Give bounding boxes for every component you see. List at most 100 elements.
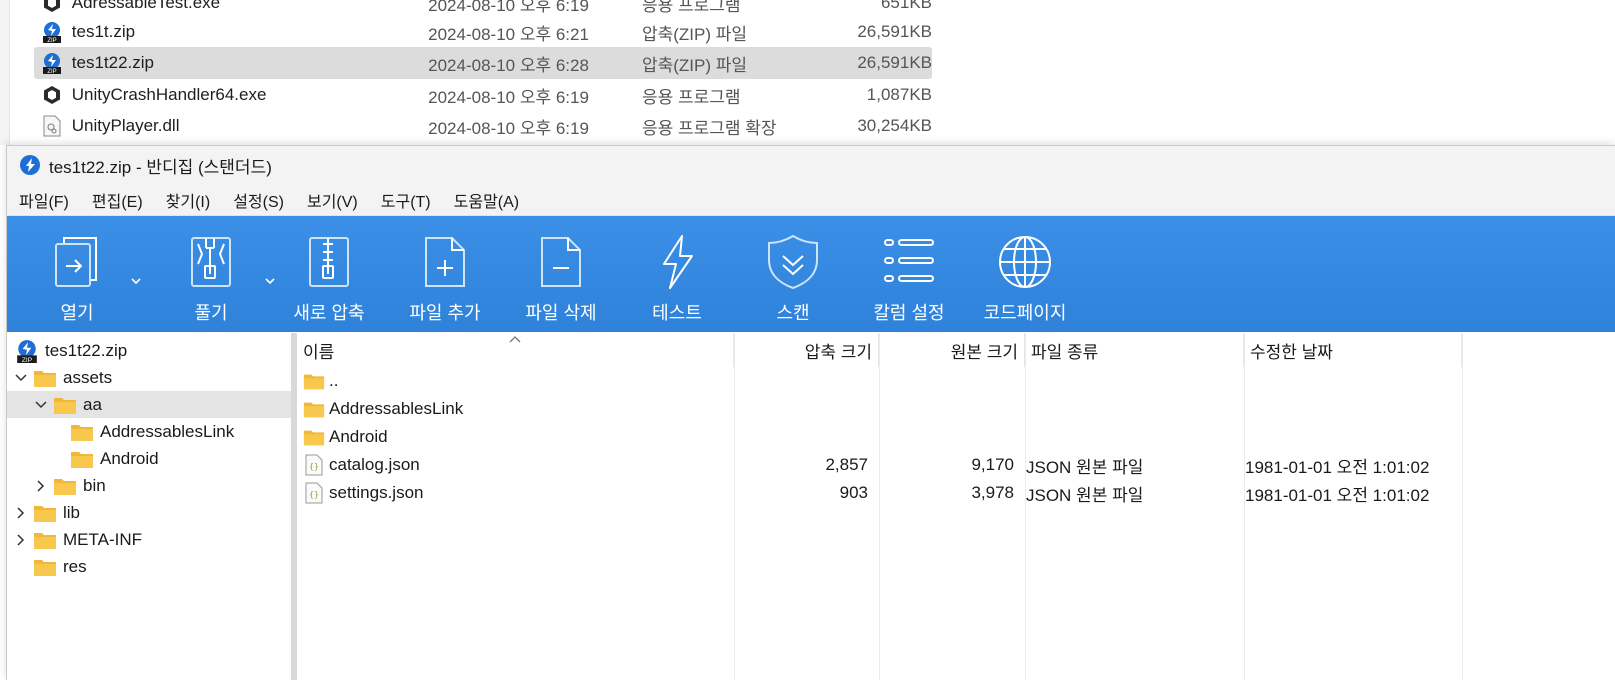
file-modified-date: 1981-01-01 오전 1:01:02: [1245, 485, 1430, 505]
menu-find[interactable]: 찾기(I): [166, 188, 211, 212]
tree-node-label: Android: [100, 448, 159, 468]
explorer-file-size: 26,591KB: [857, 53, 933, 72]
column-header-name[interactable]: 이름: [297, 333, 734, 367]
explorer-file-size: 651KB: [880, 0, 933, 12]
svg-text:{}: {}: [309, 462, 319, 471]
column-header-label: 원본 크기: [950, 342, 1018, 362]
chevron-right-icon[interactable]: [13, 505, 29, 521]
dll-file-icon: [40, 114, 64, 138]
bandizip-zip-icon: ZIP: [40, 51, 64, 75]
column-header-original-size[interactable]: 원본 크기: [879, 333, 1025, 367]
test-button[interactable]: 테스트: [619, 216, 735, 332]
file-name: catalog.json: [329, 455, 420, 474]
tree-node-label: aa: [83, 394, 102, 414]
file-name: Android: [329, 427, 388, 446]
explorer-file-type: 압축(ZIP) 파일: [641, 55, 748, 75]
column-header-row: 이름 압축 크기 원본 크기 파일 종류 수정한 날짜: [297, 333, 1497, 367]
json-file-icon: {}: [305, 482, 323, 504]
file-name: ..: [329, 371, 339, 390]
unity-exe-icon: [40, 0, 64, 15]
extract-button[interactable]: 풀기: [153, 216, 275, 332]
explorer-file-name: UnityCrashHandler64.exe: [71, 85, 267, 104]
explorer-file-name: UnityPlayer.dll: [71, 116, 180, 135]
codepage-button-label: 코드페이지: [983, 303, 1067, 323]
title-bar[interactable]: tes1t22.zip - 반디집 (스탠더드): [7, 146, 1615, 184]
tree-node-meta-inf[interactable]: META-INF: [7, 526, 291, 553]
file-row-settings-json[interactable]: {} settings.json 903 3,978 JSON 원본 파일 19…: [297, 479, 1467, 507]
tree-node-archive-root[interactable]: ZIP tes1t22.zip: [7, 337, 291, 364]
tree-node-bin[interactable]: bin: [7, 472, 291, 499]
new-archive-icon: [309, 237, 349, 287]
explorer-file-date: 2024-08-10 오후 6:19: [428, 87, 589, 107]
codepage-button[interactable]: 코드페이지: [967, 216, 1083, 332]
menu-help[interactable]: 도움말(A): [454, 188, 520, 212]
explorer-file-row[interactable]: UnityPlayer.dll 2024-08-10 오후 6:19 응용 프로…: [34, 110, 932, 142]
chevron-down-icon[interactable]: [33, 397, 49, 413]
tree-node-lib[interactable]: lib: [7, 499, 291, 526]
file-name: AddressablesLink: [329, 399, 464, 418]
delete-file-button-label: 파일 삭제: [525, 303, 597, 323]
tree-node-android[interactable]: Android: [7, 445, 291, 472]
file-compressed-size: 2,857: [825, 455, 868, 474]
column-settings-button[interactable]: 칼럼 설정: [851, 216, 967, 332]
explorer-file-date: 2024-08-10 오후 6:19: [428, 118, 589, 138]
open-button-label: 열기: [60, 303, 94, 323]
folder-tree: ZIP tes1t22.zip assets aa AddressablesLi…: [7, 333, 291, 680]
explorer-file-type: 응용 프로그램: [641, 0, 741, 15]
file-name: settings.json: [329, 483, 424, 502]
menu-view[interactable]: 보기(V): [307, 188, 358, 212]
tree-node-addressableslink[interactable]: AddressablesLink: [7, 418, 291, 445]
explorer-file-name: tes1t.zip: [71, 22, 136, 41]
svg-text:{}: {}: [309, 490, 319, 499]
folder-icon: [34, 370, 56, 387]
tree-node-assets[interactable]: assets: [7, 364, 291, 391]
chevron-right-icon[interactable]: [33, 478, 49, 494]
chevron-down-icon[interactable]: [13, 370, 29, 386]
menu-edit[interactable]: 편집(E): [92, 188, 143, 212]
extract-icon: [191, 237, 231, 287]
folder-icon: [34, 532, 56, 549]
menu-file[interactable]: 파일(F): [19, 188, 69, 212]
file-row-catalog-json[interactable]: {} catalog.json 2,857 9,170 JSON 원본 파일 1…: [297, 451, 1467, 479]
explorer-file-date: 2024-08-10 오후 6:21: [428, 24, 589, 44]
column-header-compressed-size[interactable]: 압축 크기: [734, 333, 879, 367]
extract-button-label: 풀기: [194, 303, 228, 323]
explorer-file-row-selected[interactable]: ZIP tes1t22.zip 2024-08-10 오후 6:28 압축(ZI…: [34, 47, 932, 79]
delete-file-button[interactable]: 파일 삭제: [503, 216, 619, 332]
file-original-size: 3,978: [971, 483, 1014, 502]
folder-icon: [34, 505, 56, 522]
folder-icon: [54, 478, 76, 495]
file-row-addressableslink[interactable]: AddressablesLink: [297, 395, 1467, 423]
tree-node-aa[interactable]: aa: [7, 391, 291, 418]
test-lightning-icon: [663, 235, 693, 289]
explorer-file-row[interactable]: UnityCrashHandler64.exe 2024-08-10 오후 6:…: [34, 79, 932, 111]
new-archive-button-label: 새로 압축: [293, 303, 365, 323]
scan-button[interactable]: 스캔: [735, 216, 851, 332]
explorer-file-row[interactable]: ZIP tes1t.zip 2024-08-10 오후 6:21 압축(ZIP)…: [34, 16, 932, 48]
explorer-file-name: AdressableTest.exe: [71, 0, 221, 12]
menu-tools[interactable]: 도구(T): [381, 188, 431, 212]
menu-settings[interactable]: 설정(S): [233, 188, 284, 212]
new-archive-button[interactable]: 새로 압축: [271, 216, 387, 332]
tree-node-res[interactable]: res: [7, 553, 291, 580]
explorer-file-type: 압축(ZIP) 파일: [641, 24, 748, 44]
open-dropdown-chevron-icon[interactable]: [129, 274, 143, 288]
tree-node-label: res: [63, 556, 87, 576]
file-row-parent[interactable]: ..: [297, 367, 1467, 395]
file-row-android[interactable]: Android: [297, 423, 1467, 451]
column-header-file-type[interactable]: 파일 종류: [1025, 333, 1244, 367]
chevron-right-icon[interactable]: [13, 532, 29, 548]
explorer-file-size: 30,254KB: [857, 116, 933, 135]
open-button[interactable]: 열기: [19, 216, 141, 332]
open-archive-icon: [55, 237, 97, 287]
explorer-file-size: 1,087KB: [866, 85, 933, 104]
column-settings-button-label: 칼럼 설정: [873, 303, 945, 323]
add-file-button[interactable]: 파일 추가: [387, 216, 503, 332]
delete-file-icon: [541, 237, 581, 287]
window-title: tes1t22.zip - 반디집 (스탠더드): [49, 157, 272, 177]
file-list: 이름 압축 크기 원본 크기 파일 종류 수정한 날짜 .. Addressab…: [297, 333, 1615, 680]
file-original-size: 9,170: [971, 455, 1014, 474]
column-header-modified-date[interactable]: 수정한 날짜: [1244, 333, 1462, 367]
unity-exe-icon: [40, 83, 64, 107]
file-type: JSON 원본 파일: [1026, 485, 1144, 505]
